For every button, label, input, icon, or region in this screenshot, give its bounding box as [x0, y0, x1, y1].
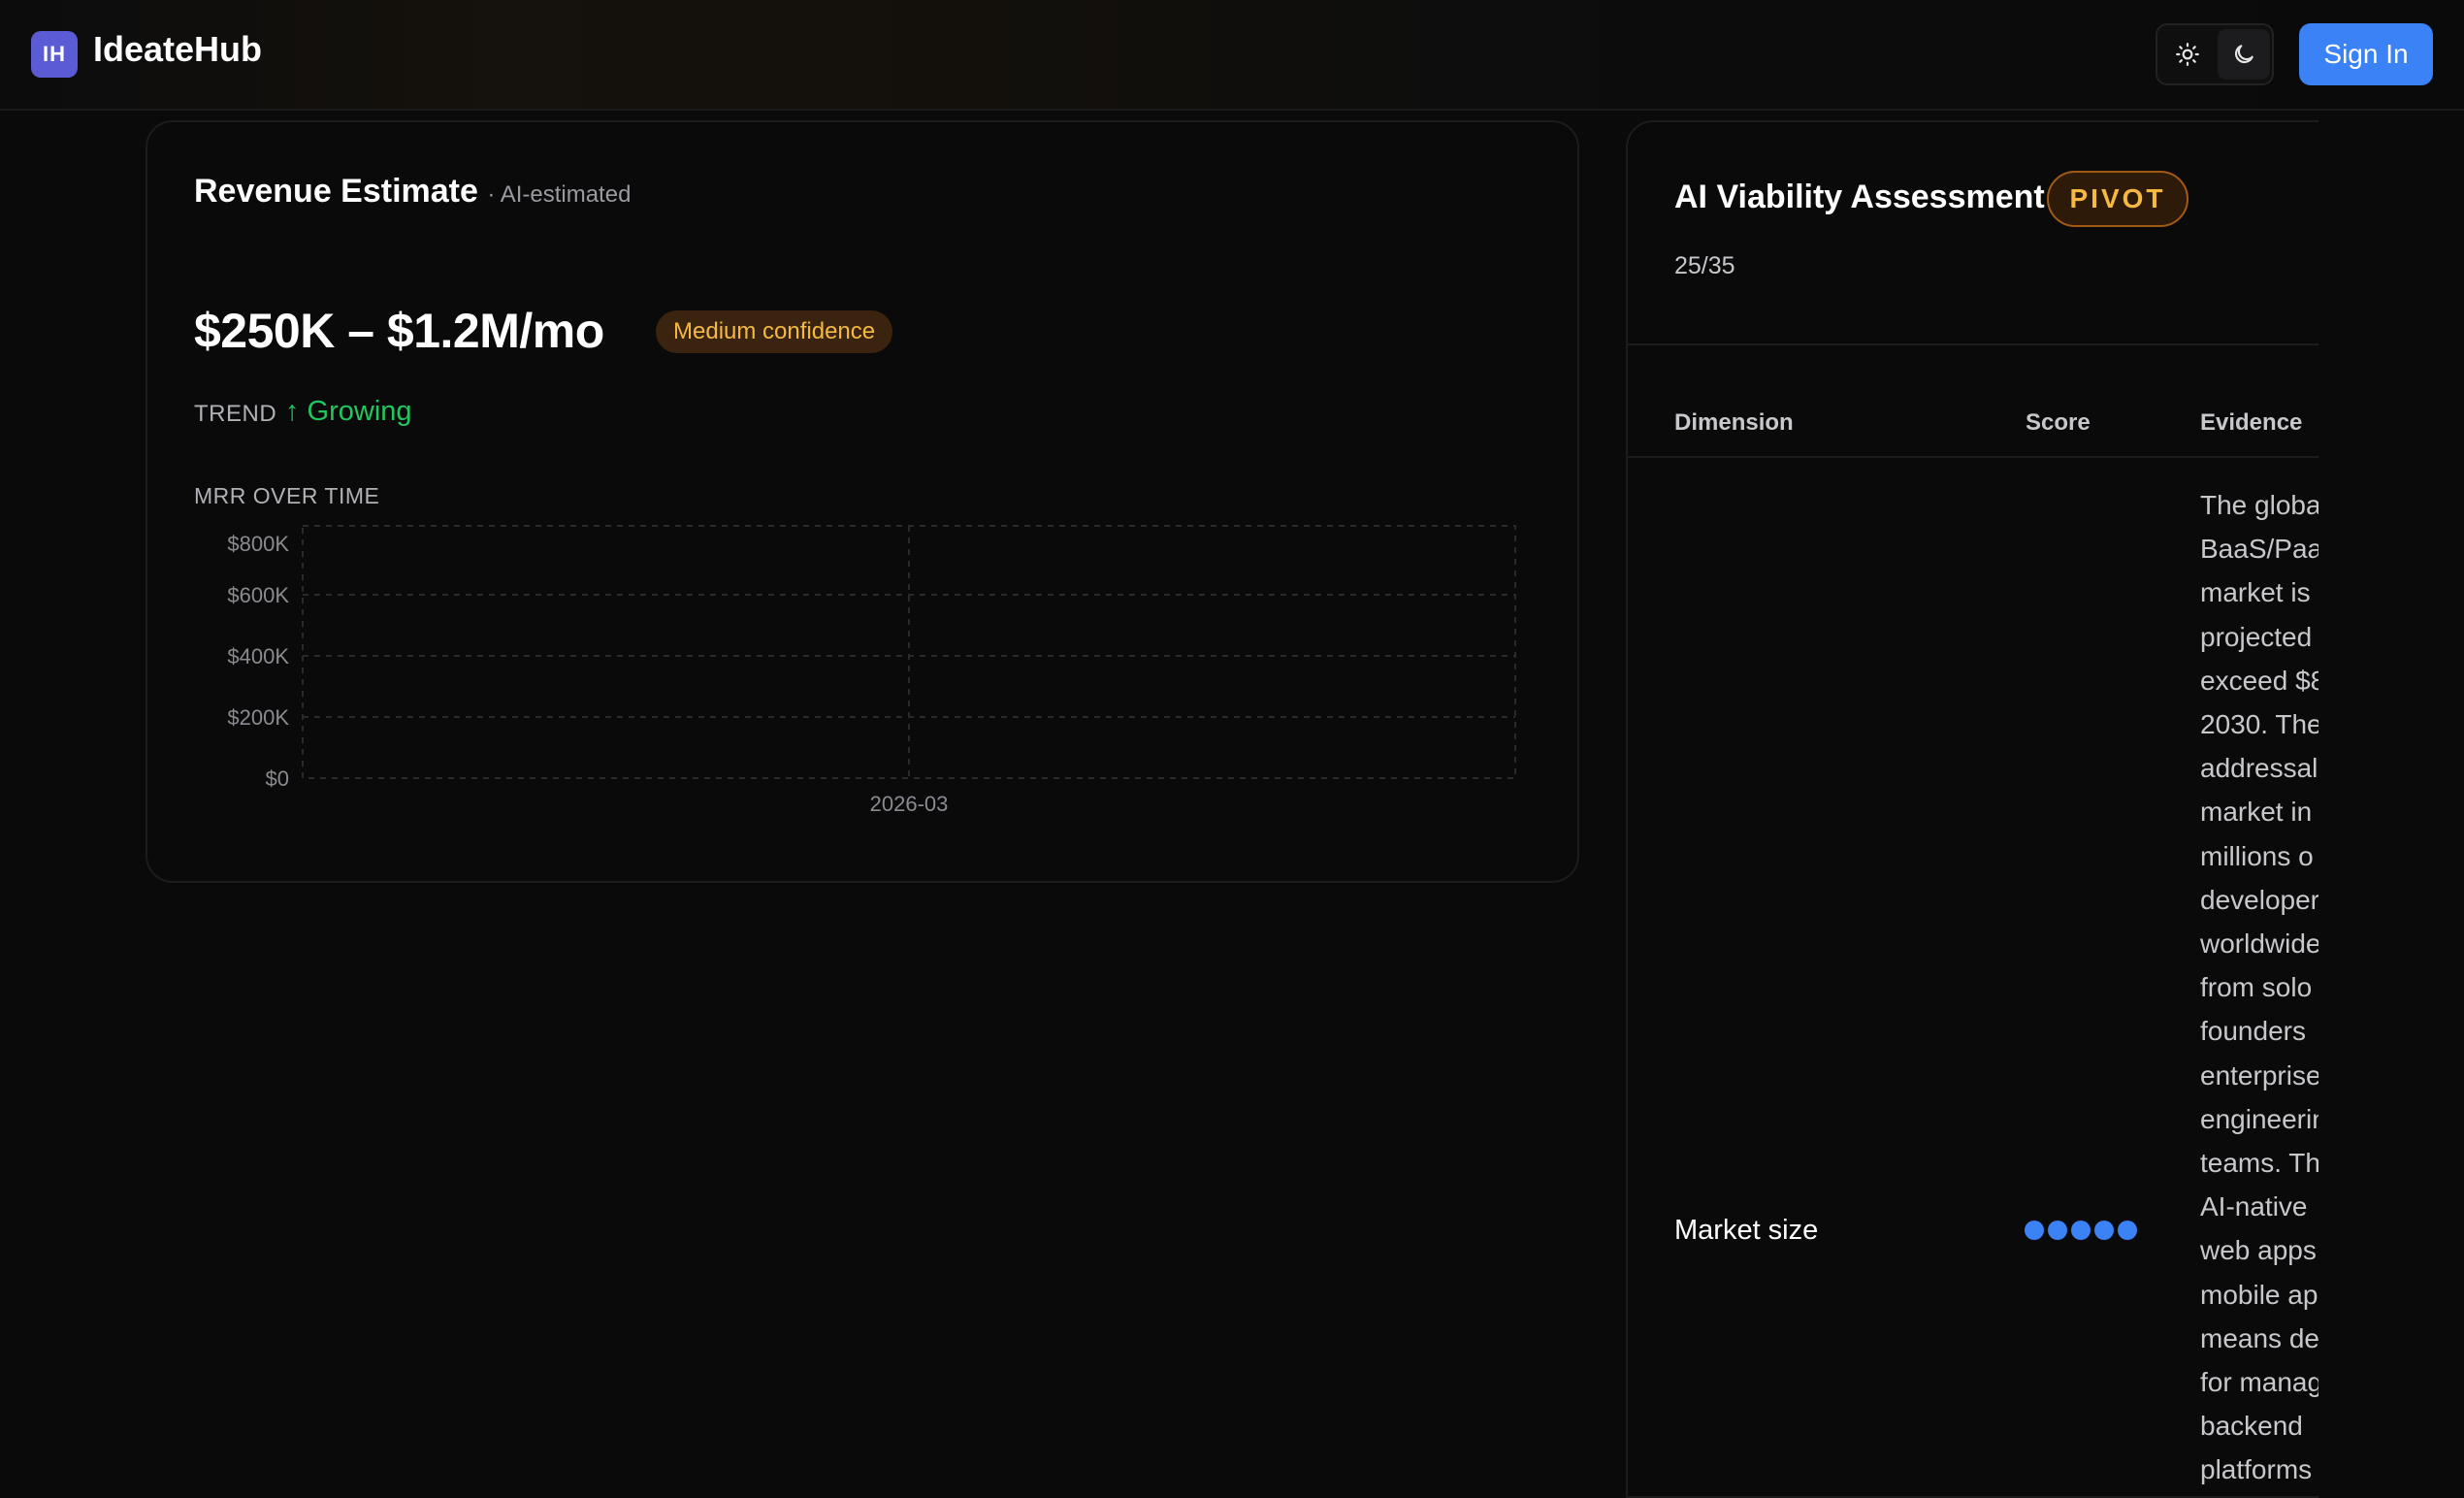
evidence-line: millions o — [2200, 840, 2314, 871]
light-theme-button[interactable] — [2161, 29, 2214, 80]
evidence-line: worldwide — [2200, 928, 2318, 960]
theme-toggle — [2156, 23, 2274, 85]
brand-name[interactable]: IdeateHub — [93, 29, 262, 70]
viability-card: AI Viability Assessment PIVOT 25/35 Dime… — [1626, 120, 2318, 1498]
evidence-line: engineerin — [2200, 1103, 2318, 1134]
viability-title: AI Viability Assessment — [1674, 179, 2045, 215]
y-tick-label: $400K — [227, 644, 289, 668]
top-bar: IH IdeateHub Sign In — [0, 0, 2464, 111]
evidence-line: enterprise — [2200, 1059, 2318, 1091]
logo[interactable]: IH — [31, 31, 78, 78]
y-tick-label: $200K — [227, 705, 289, 730]
dark-theme-button[interactable] — [2218, 29, 2270, 80]
evidence-line: exceed $8 — [2200, 665, 2318, 696]
column-header-score[interactable]: Score — [2026, 409, 2091, 437]
evidence-line: web apps — [2200, 1235, 2317, 1266]
y-tick-label: $800K — [227, 532, 289, 556]
evidence-line: 2030. The — [2200, 709, 2318, 740]
evidence-line: founders — [2200, 1016, 2306, 1047]
y-tick-label: $0 — [266, 766, 289, 791]
evidence-line: projected — [2200, 621, 2313, 652]
verdict-badge: PIVOT — [2047, 171, 2188, 227]
evidence-text: The globa BaaS/Paa market is projected excee… — [2200, 483, 2318, 1492]
dimension-name: Market size — [1674, 1215, 1819, 1246]
score-dot — [2071, 1221, 2091, 1240]
score-dot — [2094, 1221, 2114, 1240]
evidence-line: market in — [2200, 797, 2313, 828]
sign-in-button[interactable]: Sign In — [2299, 23, 2433, 85]
evidence-line: teams. Th — [2200, 1148, 2318, 1179]
x-tick-label: 2026-03 — [870, 792, 949, 816]
header-divider — [1628, 456, 2318, 458]
evidence-line: addressal — [2200, 753, 2318, 784]
score-dot — [2025, 1221, 2044, 1240]
evidence-line: for manag — [2200, 1367, 2318, 1398]
evidence-line: BaaS/Paa — [2200, 534, 2318, 565]
column-header-evidence[interactable]: Evidence — [2200, 409, 2302, 437]
evidence-line: from solo — [2200, 972, 2313, 1003]
evidence-line: mobile ap — [2200, 1279, 2318, 1310]
mrr-chart: $0 $200K $400K $600K $800K 2026-03 — [227, 525, 1516, 816]
score-dots — [2025, 1221, 2137, 1240]
sun-icon — [2176, 43, 2199, 66]
evidence-line: market is — [2200, 577, 2311, 608]
y-tick-label: $600K — [227, 583, 289, 607]
moon-icon — [2234, 45, 2253, 64]
column-header-dimension[interactable]: Dimension — [1674, 409, 1794, 437]
evidence-line: AI-native — [2200, 1191, 2308, 1222]
evidence-line: backend — [2200, 1411, 2303, 1442]
evidence-line: platforms — [2200, 1454, 2313, 1485]
viability-score: 25/35 — [1674, 252, 1735, 279]
revenue-estimate-card: Revenue Estimate · AI-estimated $250K – … — [146, 120, 1579, 883]
evidence-line: means de — [2200, 1322, 2318, 1353]
score-dot — [2048, 1221, 2067, 1240]
evidence-line: developer — [2200, 884, 2318, 915]
evidence-line: The globa — [2200, 490, 2318, 520]
divider — [1628, 343, 2318, 345]
score-dot — [2118, 1221, 2137, 1240]
